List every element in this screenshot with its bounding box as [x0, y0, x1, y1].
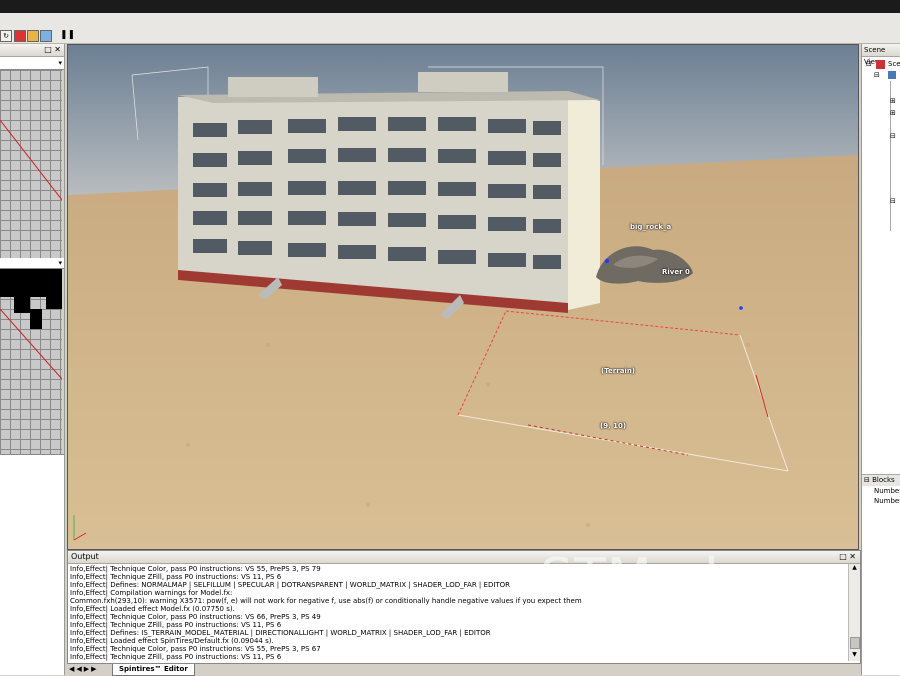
toolbar: ↻ ❚❚ [0, 13, 900, 44]
log-line: Info,Effect| Defines: IS_TERRAIN_MODEL_M… [70, 629, 491, 637]
tree-node-icon[interactable]: ⊞ [890, 97, 896, 105]
right-panel: Scene View ⊟ Sce ⊟ ⊞ ⊞ ⊟ ⊟ ⊟ Blocks Numb… [861, 44, 900, 675]
pin-icon[interactable]: □ [44, 45, 52, 54]
tab-spintires-editor[interactable]: Spintires™ Editor [112, 664, 195, 676]
scene-view-title: Scene View [862, 44, 900, 66]
output-title: Output [71, 552, 99, 561]
refresh-icon[interactable]: ↻ [0, 30, 12, 42]
rock-label[interactable]: big_rock_a [630, 223, 671, 231]
scene-icon [876, 60, 885, 69]
tree-node-icon[interactable]: ⊞ [890, 109, 896, 117]
scene-canvas [68, 45, 858, 549]
preview-black-mask [0, 269, 62, 380]
terrain-label[interactable]: (Terrain) [601, 367, 635, 375]
scroll-up-icon[interactable]: ▲ [849, 564, 860, 574]
log-line: Info,Effect| Technique ZFill, pass P0 in… [70, 621, 282, 629]
preview-red-line [0, 119, 62, 201]
folder-icon[interactable] [27, 30, 39, 42]
viewport-3d[interactable]: big_rock_a River 0 (Terrain) (9, 10) [67, 44, 859, 550]
scroll-thumb[interactable] [850, 637, 860, 649]
blocks-number-1: Number [874, 487, 900, 495]
scroll-down-icon[interactable]: ▼ [849, 651, 860, 661]
coords-label: (9, 10) [600, 422, 627, 430]
tree-expand-icon-2[interactable]: ⊟ [874, 71, 880, 79]
left-blank-area [0, 454, 64, 675]
left-dropdown-mid[interactable]: ▾ [0, 258, 64, 269]
pause-icon[interactable]: ❚❚ [60, 30, 75, 40]
tree-node-icon[interactable]: ⊟ [890, 197, 896, 205]
log-line: Info,Effect| Technique ZFill, pass P0 in… [70, 653, 282, 661]
log-line: Info,Effect| Technique Color, pass P0 in… [70, 613, 321, 621]
left-dropdown-top[interactable]: ▾ [0, 57, 64, 70]
scene-item[interactable]: Sce [888, 60, 900, 68]
river-label[interactable]: River 0 [662, 268, 690, 276]
tree-node-icon[interactable]: ⊟ [890, 132, 896, 140]
tab-nav-arrows[interactable]: ◀◀▶▶ [69, 665, 99, 673]
copy-icon[interactable] [40, 30, 52, 42]
texture-preview-top[interactable] [0, 70, 62, 258]
log-line: Info,Effect| Technique Color, pass P0 in… [70, 645, 321, 653]
layer-icon [888, 71, 896, 79]
blocks-number-2: Number [874, 497, 900, 505]
building-model [178, 72, 600, 319]
log-line: Info,Effect| Loaded effect SpinTires/Def… [70, 637, 274, 645]
output-close-icon[interactable]: □ ✕ [839, 551, 856, 563]
blocks-title: ⊟ Blocks [862, 475, 900, 486]
left-panel-titlebar: □ ✕ [0, 44, 64, 57]
watermark: STMods.ru [540, 548, 822, 608]
tree-expand-icon[interactable]: ⊟ [866, 60, 872, 68]
output-scrollbar[interactable]: ▲ ▼ [848, 564, 860, 661]
texture-preview-bottom[interactable] [0, 269, 62, 454]
document-tabs: ◀◀▶▶ Spintires™ Editor [67, 663, 859, 676]
blocks-panel: ⊟ Blocks Number Number [862, 474, 900, 511]
red-box-icon[interactable] [14, 30, 26, 42]
window-top-strip [0, 0, 900, 13]
close-icon[interactable]: ✕ [54, 45, 61, 54]
left-panel: □ ✕ ▾ ▾ [0, 44, 65, 675]
blocks-label: Blocks [872, 476, 895, 484]
scene-tree[interactable]: ⊟ Sce ⊟ ⊞ ⊞ ⊟ ⊟ [862, 57, 900, 231]
